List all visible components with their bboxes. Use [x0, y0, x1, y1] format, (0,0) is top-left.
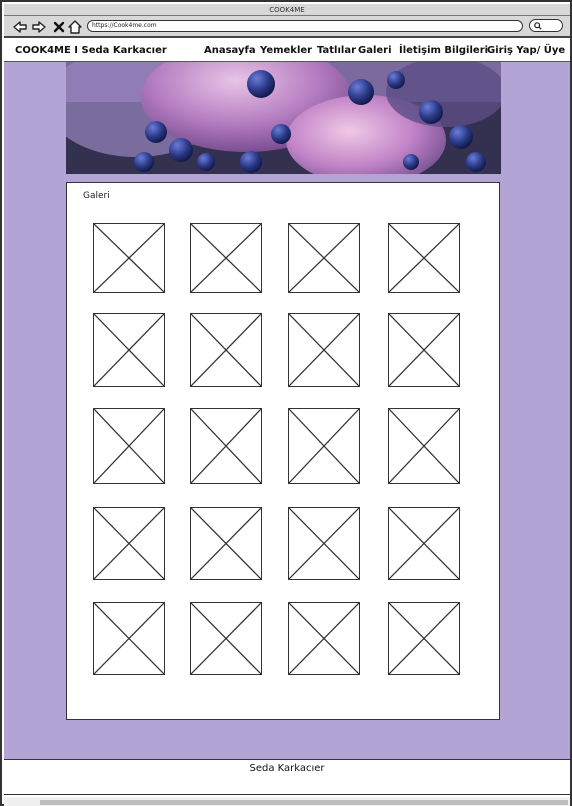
image-placeholder-icon — [289, 603, 359, 674]
nav-item-yemekler[interactable]: Yemekler — [260, 45, 312, 56]
image-placeholder-icon — [389, 508, 459, 579]
gallery-thumb[interactable] — [190, 507, 262, 580]
window-title: COOK4ME — [269, 6, 305, 14]
gallery-thumb[interactable] — [388, 602, 460, 675]
site-brand[interactable]: COOK4ME I Seda Karkacıer — [15, 45, 167, 56]
gallery-thumb[interactable] — [93, 313, 165, 387]
image-placeholder-icon — [191, 409, 261, 483]
home-icon[interactable] — [67, 19, 83, 35]
browser-search-box[interactable] — [529, 19, 563, 32]
gallery-thumb[interactable] — [288, 507, 360, 580]
image-placeholder-icon — [94, 224, 164, 292]
url-bar[interactable]: https://Cook4me.com — [87, 20, 523, 32]
image-placeholder-icon — [389, 409, 459, 483]
image-placeholder-icon — [289, 508, 359, 579]
gallery-thumb[interactable] — [388, 408, 460, 484]
nav-item-giris[interactable]: Giriş Yap/ Üye — [487, 45, 565, 56]
nav-item-anasayfa[interactable]: Anasayfa — [204, 45, 256, 56]
gallery-thumb[interactable] — [388, 223, 460, 293]
hero-banner — [66, 62, 501, 174]
image-placeholder-icon — [94, 409, 164, 483]
site-navbar: COOK4ME I Seda Karkacıer Anasayfa Yemekl… — [4, 40, 570, 62]
gallery-thumb[interactable] — [93, 602, 165, 675]
gallery-thumb[interactable] — [93, 408, 165, 484]
gallery-thumb[interactable] — [288, 313, 360, 387]
nav-item-galeri[interactable]: Galeri — [358, 45, 392, 56]
scrollbar-thumb[interactable] — [40, 800, 568, 805]
search-icon — [534, 22, 542, 30]
image-placeholder-icon — [94, 508, 164, 579]
image-placeholder-icon — [389, 603, 459, 674]
image-placeholder-icon — [389, 314, 459, 386]
gallery-title: Galeri — [83, 191, 110, 201]
back-icon[interactable] — [12, 19, 28, 35]
image-placeholder-icon — [94, 314, 164, 386]
image-placeholder-icon — [94, 603, 164, 674]
image-placeholder-icon — [289, 409, 359, 483]
gallery-thumb[interactable] — [93, 507, 165, 580]
gallery-thumb[interactable] — [388, 313, 460, 387]
browser-toolbar: https://Cook4me.com — [4, 16, 570, 38]
window-titlebar: COOK4ME — [4, 4, 570, 16]
image-placeholder-icon — [191, 224, 261, 292]
footer-text: Seda Karkacıer — [249, 763, 325, 774]
gallery-thumb[interactable] — [190, 408, 262, 484]
close-icon[interactable] — [51, 19, 67, 35]
gallery-thumb[interactable] — [388, 507, 460, 580]
nav-item-iletisim[interactable]: İletişim Bilgileri — [399, 45, 488, 56]
image-placeholder-icon — [191, 508, 261, 579]
forward-icon[interactable] — [31, 19, 47, 35]
gallery-thumb[interactable] — [190, 313, 262, 387]
gallery-panel: Galeri — [66, 182, 500, 720]
horizontal-scrollbar[interactable] — [4, 797, 570, 806]
gallery-thumb[interactable] — [190, 223, 262, 293]
image-placeholder-icon — [289, 224, 359, 292]
gallery-thumb[interactable] — [190, 602, 262, 675]
gallery-thumb[interactable] — [93, 223, 165, 293]
nav-item-tatlilar[interactable]: Tatlılar — [317, 45, 356, 56]
image-placeholder-icon — [389, 224, 459, 292]
image-placeholder-icon — [289, 314, 359, 386]
browser-window: COOK4ME https://Cook4me.com COOK4ME I Se… — [0, 0, 572, 806]
blueberry-ice-cream-image — [66, 62, 501, 174]
image-placeholder-icon — [191, 314, 261, 386]
gallery-thumb[interactable] — [288, 602, 360, 675]
image-placeholder-icon — [191, 603, 261, 674]
gallery-thumb[interactable] — [288, 223, 360, 293]
url-text: https://Cook4me.com — [92, 22, 157, 29]
page-content: Galeri — [4, 62, 570, 759]
gallery-thumb[interactable] — [288, 408, 360, 484]
page-footer: Seda Karkacıer — [4, 759, 570, 795]
